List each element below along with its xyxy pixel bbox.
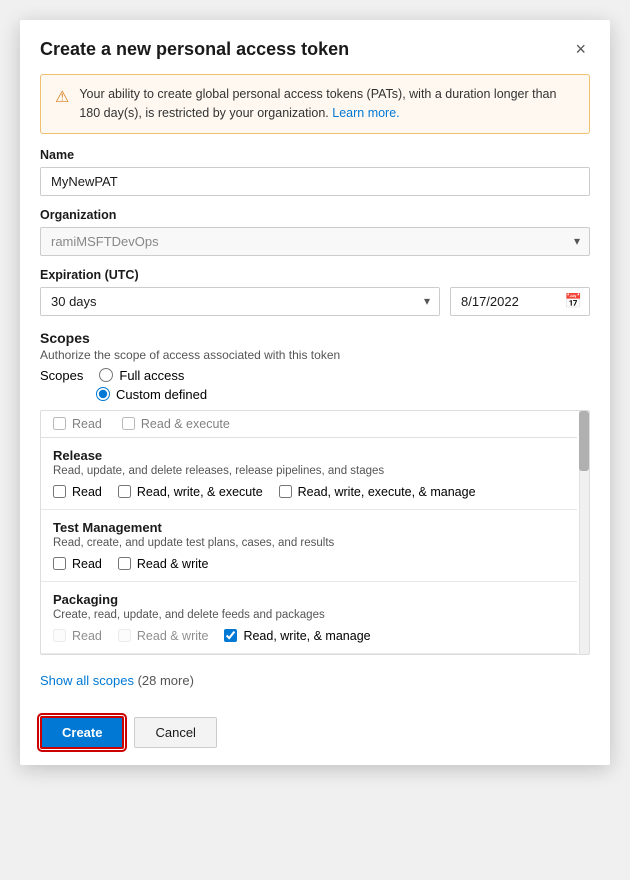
expiration-row: 30 days ▾ 📅 — [40, 287, 590, 316]
packaging-read-write-checkbox — [118, 629, 131, 642]
test-management-checkboxes: Read Read & write — [53, 557, 565, 571]
packaging-read-write: Read & write — [118, 629, 209, 643]
scrollbar-thumb[interactable] — [579, 411, 589, 471]
packaging-group: Packaging Create, read, update, and dele… — [41, 582, 577, 654]
release-full[interactable]: Read, write, execute, & manage — [279, 485, 476, 499]
packaging-title: Packaging — [53, 592, 565, 607]
test-read-write-checkbox[interactable] — [118, 557, 131, 570]
packaging-read: Read — [53, 629, 102, 643]
scopes-description: Authorize the scope of access associated… — [40, 348, 590, 362]
test-read-checkbox[interactable] — [53, 557, 66, 570]
show-all-link[interactable]: Show all scopes (28 more) — [40, 673, 194, 688]
scopes-scroll-area[interactable]: Read Read & execute Release Read, update… — [40, 410, 590, 655]
test-read[interactable]: Read — [53, 557, 102, 571]
test-management-title: Test Management — [53, 520, 565, 535]
test-read-write[interactable]: Read & write — [118, 557, 209, 571]
dialog-header: Create a new personal access token × — [20, 20, 610, 74]
release-desc: Read, update, and delete releases, relea… — [53, 465, 565, 477]
scopes-title: Scopes — [40, 330, 590, 346]
custom-defined-radio[interactable] — [96, 387, 110, 401]
test-management-group: Test Management Read, create, and update… — [41, 510, 577, 582]
fade-row-container: Read Read & execute — [41, 411, 577, 438]
fade-row: Read Read & execute — [53, 417, 565, 431]
scrollbar[interactable] — [579, 411, 589, 654]
scopes-section: Scopes Authorize the scope of access ass… — [40, 330, 590, 688]
test-management-desc: Read, create, and update test plans, cas… — [53, 537, 565, 549]
name-label: Name — [40, 148, 590, 162]
warning-box: ⚠ Your ability to create global personal… — [40, 74, 590, 134]
packaging-checkboxes: Read Read & write Read, write, & manage — [53, 629, 565, 643]
custom-defined-label: Custom defined — [116, 387, 207, 402]
fade-read-execute-checkbox[interactable] — [122, 417, 135, 430]
create-pat-dialog: Create a new personal access token × ⚠ Y… — [20, 20, 610, 765]
custom-defined-option[interactable]: Custom defined — [96, 387, 590, 402]
calendar-icon[interactable]: 📅 — [565, 293, 582, 310]
full-access-option[interactable]: Full access — [99, 368, 184, 383]
expiration-select[interactable]: 30 days — [40, 287, 440, 316]
cancel-button[interactable]: Cancel — [134, 717, 216, 748]
full-access-radio[interactable] — [99, 368, 113, 382]
dialog-title: Create a new personal access token — [40, 39, 349, 60]
org-label: Organization — [40, 208, 590, 222]
expiration-select-wrapper: 30 days ▾ — [40, 287, 440, 316]
name-input[interactable] — [40, 167, 590, 196]
full-access-label: Full access — [119, 368, 184, 383]
org-select-wrapper: ramiMSFTDevOps ▾ — [40, 227, 590, 256]
fade-read-checkbox[interactable] — [53, 417, 66, 430]
dialog-body: ⚠ Your ability to create global personal… — [20, 74, 610, 704]
org-select[interactable]: ramiMSFTDevOps — [40, 227, 590, 256]
release-full-checkbox[interactable] — [279, 485, 292, 498]
packaging-read-checkbox — [53, 629, 66, 642]
release-read-write-execute-checkbox[interactable] — [118, 485, 131, 498]
warning-text: Your ability to create global personal a… — [79, 85, 575, 123]
date-input-wrapper: 📅 — [450, 287, 590, 316]
expiration-label: Expiration (UTC) — [40, 268, 590, 282]
scope-options: Scopes Full access — [40, 368, 590, 383]
release-read[interactable]: Read — [53, 485, 102, 499]
release-group: Release Read, update, and delete release… — [41, 438, 577, 510]
fade-read-label[interactable]: Read — [53, 417, 102, 431]
release-title: Release — [53, 448, 565, 463]
packaging-read-write-manage-checkbox[interactable] — [224, 629, 237, 642]
release-checkboxes: Read Read, write, & execute Read, write,… — [53, 485, 565, 499]
packaging-read-write-manage[interactable]: Read, write, & manage — [224, 629, 370, 643]
learn-more-link[interactable]: Learn more. — [332, 106, 399, 120]
warning-icon: ⚠ — [55, 86, 69, 123]
close-button[interactable]: × — [571, 36, 590, 62]
packaging-desc: Create, read, update, and delete feeds a… — [53, 609, 565, 621]
release-read-write-execute[interactable]: Read, write, & execute — [118, 485, 263, 499]
scopes-field-label: Scopes — [40, 368, 83, 383]
fade-read-execute-label[interactable]: Read & execute — [122, 417, 230, 431]
custom-defined-row: Custom defined — [96, 387, 590, 402]
dialog-footer: Create Cancel — [20, 704, 610, 765]
release-read-checkbox[interactable] — [53, 485, 66, 498]
create-button[interactable]: Create — [40, 716, 124, 749]
show-all-row: Show all scopes (28 more) — [40, 663, 590, 688]
